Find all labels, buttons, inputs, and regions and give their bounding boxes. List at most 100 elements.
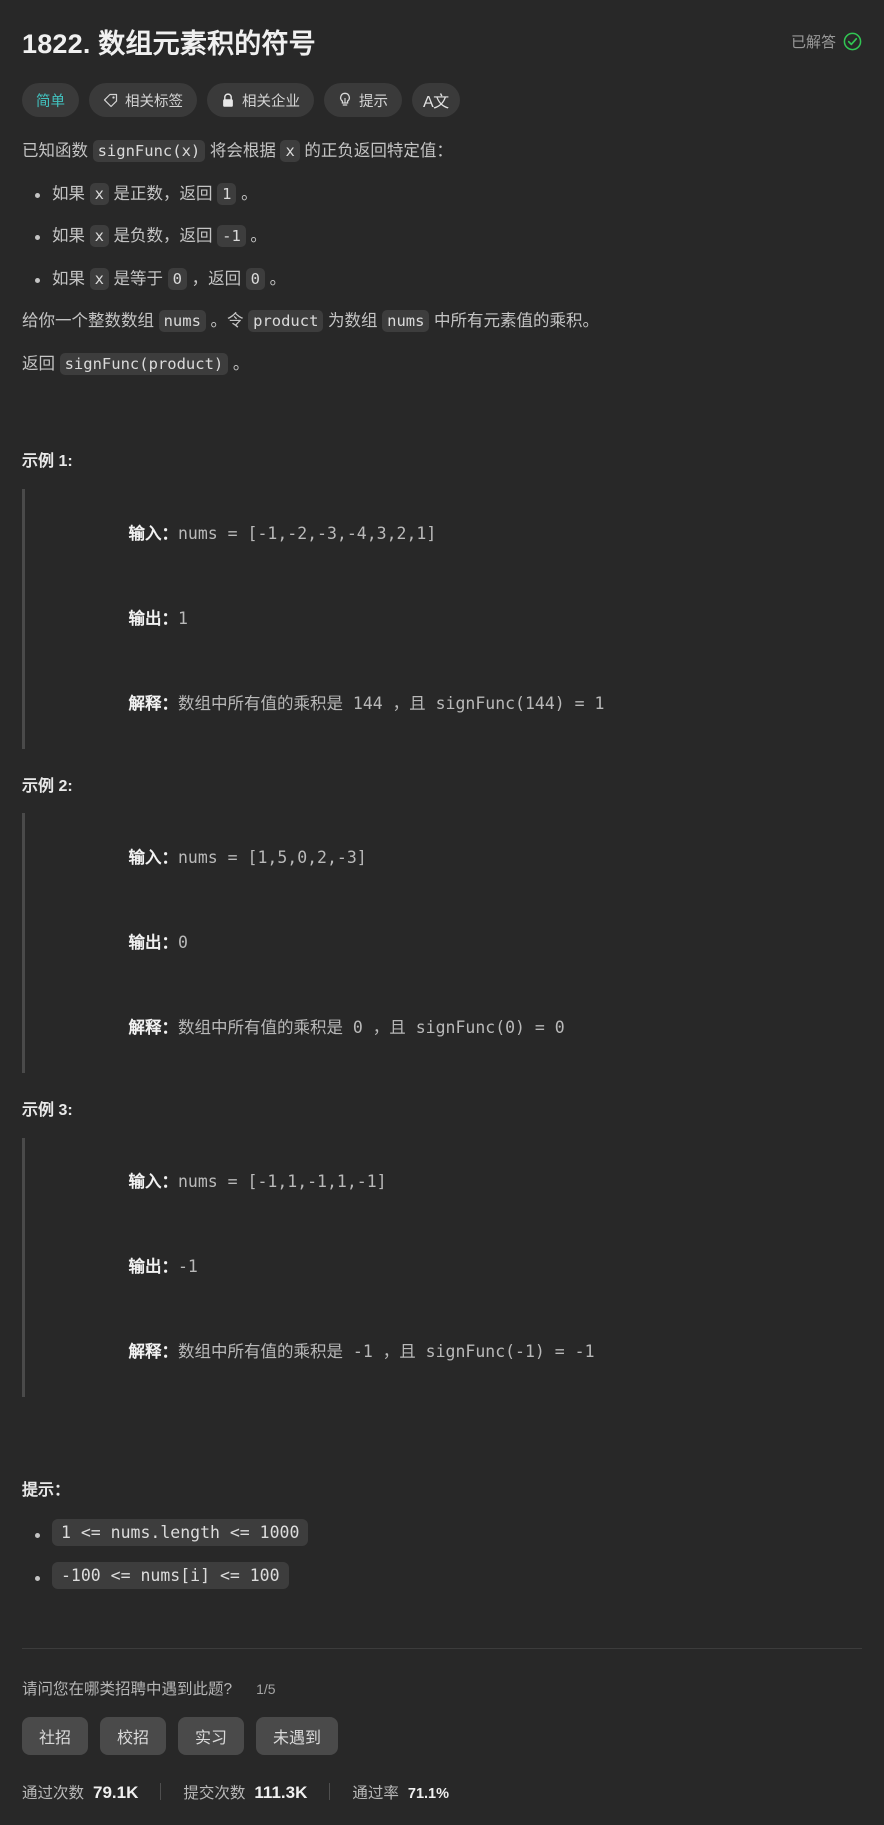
example-1-input-line: 输入：nums = [-1,-2,-3,-4,3,2,1] <box>49 491 862 576</box>
tag-icon <box>103 93 118 108</box>
product-text-1: 给你一个整数数组 <box>22 312 154 331</box>
return-code-signfunc-product: signFunc(product) <box>59 352 229 375</box>
example-1-title: 示例 1: <box>22 453 73 471</box>
hint-label: 提示 <box>359 93 388 110</box>
rule-text-1: 如果 <box>52 184 85 203</box>
intro-code-x: x <box>280 140 300 162</box>
rule-code-x: x <box>89 182 109 205</box>
explain-label: 解释： <box>128 694 178 713</box>
explain-value: 数组中所有值的乘积是 -1 ，且 signFunc(-1) = -1 <box>177 1342 595 1362</box>
stat-submissions: 提交次数 111.3K <box>183 1781 307 1803</box>
stat-divider <box>329 1783 331 1801</box>
rule-text-1: 如果 <box>52 269 85 288</box>
survey-section: 请问您在哪类招聘中遇到此题? 1/5 社招 校招 实习 未遇到 <box>22 1677 862 1755</box>
return-text-2: 。 <box>232 354 250 373</box>
example-2-input-line: 输入：nums = [1,5,0,2,-3] <box>49 815 862 900</box>
rule-text-3: 。 <box>250 227 267 246</box>
stat-acceptance-value: 71.1% <box>407 1785 449 1802</box>
input-value: nums = [-1,1,-1,1,-1] <box>177 1171 387 1191</box>
output-label: 输出： <box>128 609 178 628</box>
example-2-block: 输入：nums = [1,5,0,2,-3] 输出：0 解释：数组中所有值的乘积… <box>22 813 862 1073</box>
constraint-code: -100 <= nums[i] <= 100 <box>52 1562 289 1590</box>
output-value: -1 <box>177 1257 198 1277</box>
product-code-nums-2: nums <box>382 310 430 333</box>
rule-code-value: 0 <box>167 267 187 290</box>
explain-value: 数组中所有值的乘积是 144 ，且 signFunc(144) = 1 <box>177 693 605 713</box>
survey-question-row: 请问您在哪类招聘中遇到此题? 1/5 <box>22 1677 862 1699</box>
example-3-block: 输入：nums = [-1,1,-1,1,-1] 输出：-1 解释：数组中所有值… <box>22 1137 862 1397</box>
input-label: 输入： <box>128 848 178 867</box>
survey-option-shezhao[interactable]: 社招 <box>22 1716 89 1755</box>
explain-label: 解释： <box>128 1343 178 1362</box>
return-paragraph: 返回 signFunc(product) 。 <box>22 352 862 378</box>
translate-icon: A文 <box>423 94 449 111</box>
return-text-1: 返回 <box>22 354 55 373</box>
stat-divider <box>160 1783 162 1801</box>
input-label: 输入： <box>128 1172 178 1191</box>
difficulty-label: 简单 <box>36 93 65 110</box>
product-text-3: 为数组 <box>328 312 378 331</box>
rule-text-3: 。 <box>241 184 258 203</box>
related-tags-button[interactable]: 相关标签 <box>89 83 197 117</box>
rule-code-x: x <box>89 267 109 290</box>
intro-paragraph: 已知函数 signFunc(x) 将会根据 x 的正负返回特定值： <box>22 139 862 165</box>
input-label: 输入： <box>128 524 178 543</box>
product-text-4: 中所有元素值的乘积。 <box>434 312 600 331</box>
product-code-product: product <box>248 310 324 333</box>
page-title: 1822. 数组元素积的符号 <box>22 29 316 59</box>
output-value: 1 <box>177 608 188 628</box>
problem-page: 1822. 数组元素积的符号 已解答 简单 相关标签 相关企业 提示 A文 已知… <box>0 0 884 1825</box>
output-label: 输出： <box>128 1258 178 1277</box>
example-3-output-line: 输出：-1 <box>49 1225 862 1310</box>
check-circle-icon <box>843 32 862 51</box>
stat-accepted-value: 79.1K <box>93 1782 139 1802</box>
solved-status-badge: 已解答 <box>791 31 862 52</box>
rule-text-2: 是正数，返回 <box>113 184 213 203</box>
difficulty-badge[interactable]: 简单 <box>22 83 79 117</box>
survey-option-xiaozhao[interactable]: 校招 <box>100 1716 167 1755</box>
related-companies-button[interactable]: 相关企业 <box>207 83 314 117</box>
rule-code-value: -1 <box>217 225 246 248</box>
rule-text-2: 是等于 <box>113 269 164 288</box>
product-code-nums-1: nums <box>158 310 206 333</box>
rule-code-value-2: 0 <box>245 267 265 290</box>
explain-value: 数组中所有值的乘积是 0 ，且 signFunc(0) = 0 <box>177 1017 565 1037</box>
intro-text-2: 将会根据 <box>209 142 276 160</box>
stats-bar: 通过次数 79.1K 提交次数 111.3K 通过率 71.1% <box>22 1781 862 1825</box>
example-3-input-line: 输入：nums = [-1,1,-1,1,-1] <box>49 1140 862 1225</box>
list-item: 如果 x 是负数，返回 -1 。 <box>35 224 862 250</box>
stat-acceptance-label: 通过率 <box>352 1784 399 1802</box>
problem-description: 已知函数 signFunc(x) 将会根据 x 的正负返回特定值： 如果 x 是… <box>22 139 862 1590</box>
explain-label: 解释： <box>128 1018 178 1037</box>
product-text-2: 。令 <box>210 312 244 331</box>
stat-submissions-value: 111.3K <box>254 1782 308 1802</box>
example-1-block: 输入：nums = [-1,-2,-3,-4,3,2,1] 输出：1 解释：数组… <box>22 489 862 749</box>
example-2-explain-line: 解释：数组中所有值的乘积是 0 ，且 signFunc(0) = 0 <box>49 986 862 1071</box>
output-label: 输出： <box>128 933 178 952</box>
input-value: nums = [1,5,0,2,-3] <box>177 847 367 867</box>
rules-list: 如果 x 是正数，返回 1 。 如果 x 是负数，返回 -1 。 如果 x 是等… <box>22 182 862 293</box>
stat-accepted-label: 通过次数 <box>22 1784 85 1802</box>
footer-divider <box>22 1647 862 1649</box>
product-paragraph: 给你一个整数数组 nums 。令 product 为数组 nums 中所有元素值… <box>22 309 862 335</box>
list-item: -100 <= nums[i] <= 100 <box>35 1562 862 1590</box>
rule-text-2: 是负数，返回 <box>113 227 213 246</box>
rule-code-x: x <box>89 225 109 248</box>
related-companies-label: 相关企业 <box>242 93 300 110</box>
input-value: nums = [-1,-2,-3,-4,3,2,1] <box>177 523 437 543</box>
survey-options: 社招 校招 实习 未遇到 <box>22 1716 862 1755</box>
lock-icon <box>221 93 235 108</box>
hint-button[interactable]: 提示 <box>324 83 402 117</box>
list-item: 1 <= nums.length <= 1000 <box>35 1518 862 1547</box>
rule-text-3: ，返回 <box>191 269 242 288</box>
survey-option-shixi[interactable]: 实习 <box>178 1716 245 1755</box>
translate-button[interactable]: A文 <box>412 83 460 117</box>
survey-option-weiyudao[interactable]: 未遇到 <box>256 1716 339 1755</box>
output-value: 0 <box>177 932 188 952</box>
example-1-output-line: 输出：1 <box>49 576 862 661</box>
solved-label: 已解答 <box>790 34 836 51</box>
intro-text-3: 的正负返回特定值： <box>304 142 453 160</box>
survey-counter: 1/5 <box>256 1680 276 1697</box>
header: 1822. 数组元素积的符号 已解答 <box>22 0 862 61</box>
